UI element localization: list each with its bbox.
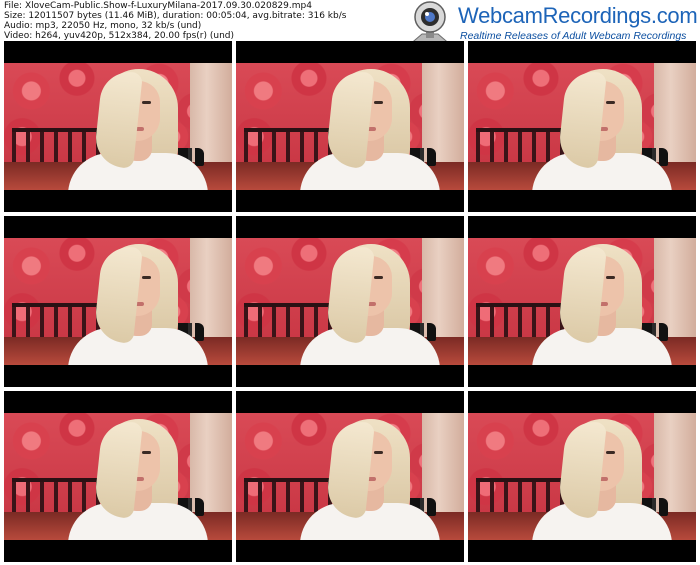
file-size: Size: 12011507 bytes (11.46 MiB), durati… <box>4 11 347 21</box>
person <box>300 244 440 365</box>
video-thumbnail <box>4 391 232 562</box>
audio-info: Audio: mp3, 22050 Hz, mono, 32 kb/s (und… <box>4 21 202 31</box>
thumbnail-frame <box>4 413 232 540</box>
person <box>532 419 672 540</box>
thumbnail-frame <box>4 238 232 365</box>
video-thumbnail <box>468 391 696 562</box>
person <box>532 69 672 190</box>
video-thumbnail <box>236 41 464 212</box>
thumbnail-frame <box>468 413 696 540</box>
thumbnail-frame <box>4 63 232 190</box>
person <box>68 419 208 540</box>
person <box>68 244 208 365</box>
thumbnail-frame <box>236 63 464 190</box>
thumbnail-frame <box>468 238 696 365</box>
video-thumbnail <box>236 391 464 562</box>
thumbnail-frame <box>468 63 696 190</box>
video-thumbnail <box>4 41 232 212</box>
video-info: Video: h264, yuv420p, 512x384, 20.00 fps… <box>4 31 235 41</box>
person <box>68 69 208 190</box>
person <box>300 419 440 540</box>
file-info: File: XloveCam-Public.Show-f-LuxuryMilan… <box>4 1 346 41</box>
video-thumbnail <box>468 41 696 212</box>
person <box>300 69 440 190</box>
video-thumbnail <box>468 216 696 387</box>
person <box>532 244 672 365</box>
thumbnail-frame <box>236 238 464 365</box>
video-thumbnail <box>236 216 464 387</box>
file-name: File: XloveCam-Public.Show-f-LuxuryMilan… <box>4 1 312 11</box>
logo-title: WebcamRecordings.com <box>458 3 698 28</box>
thumbnail-frame <box>236 413 464 540</box>
video-thumbnail <box>4 216 232 387</box>
